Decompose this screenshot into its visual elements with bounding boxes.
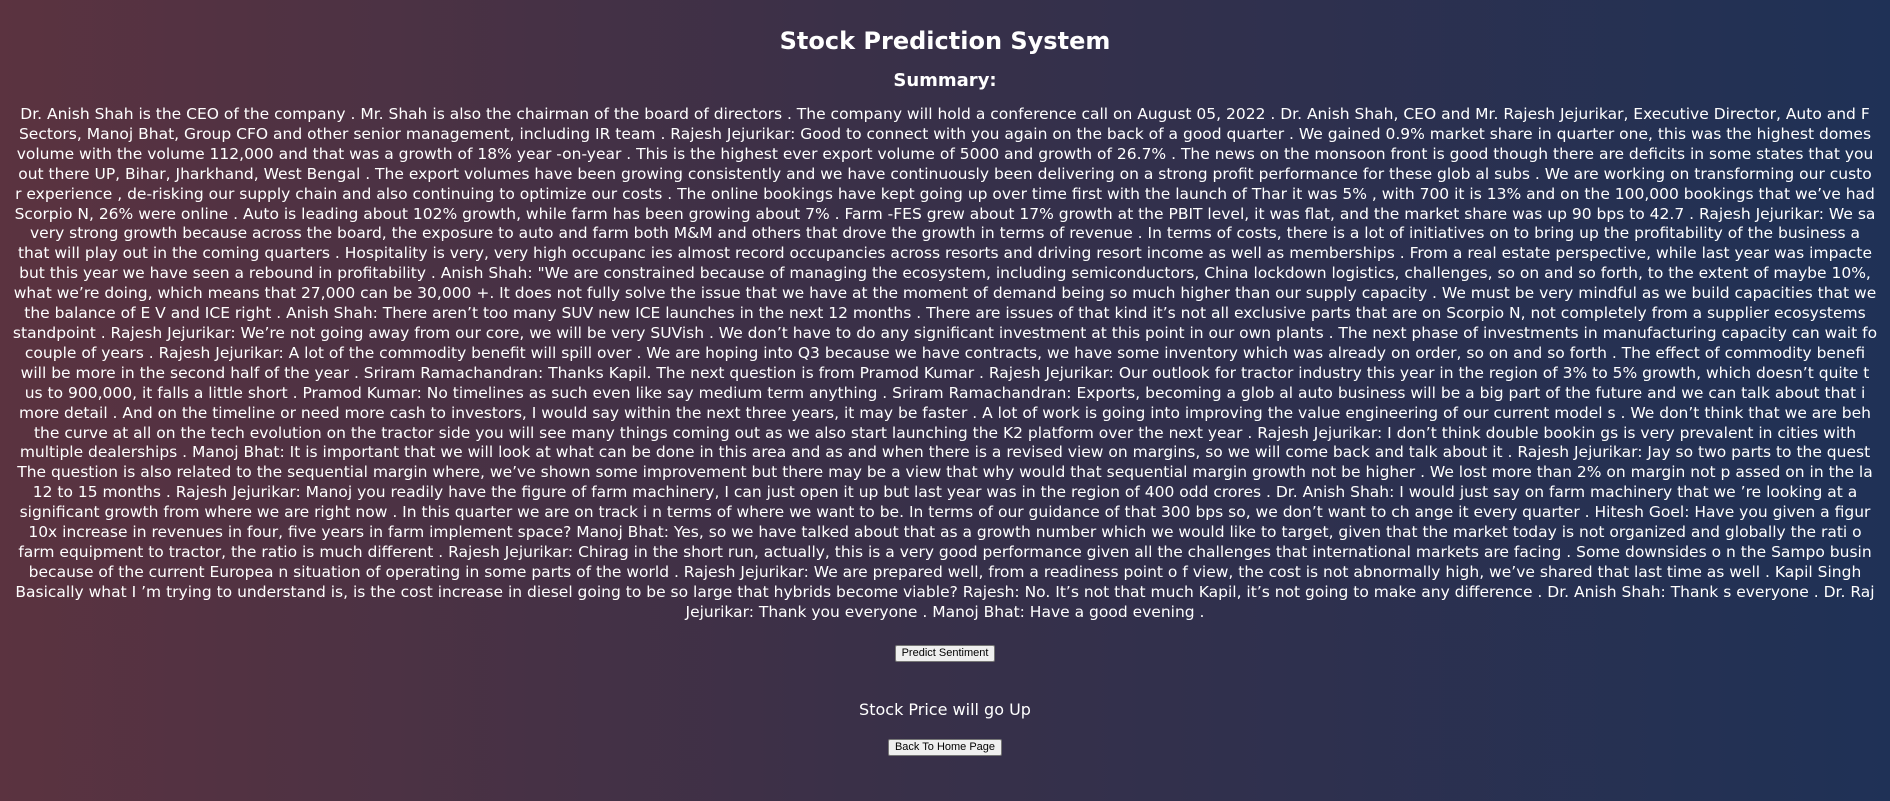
summary-line: will be more in the second half of the y… [20,363,1870,382]
summary-line: Dr. Anish Shah is the CEO of the company… [20,105,1870,123]
summary-line: Jejurikar: Thank you everyone . Manoj Bh… [685,602,1205,621]
stock-prediction-page: Stock Prediction System Summary: Dr. Ani… [0,0,1890,801]
summary-line: 10x increase in revenues in four, five y… [28,523,1862,542]
summary-line: us to 900,000, it falls a little short .… [24,383,1866,402]
summary-line: Basically what I ’m trying to understand… [15,582,1875,601]
summary-line: r experience , de-risking our supply cha… [15,184,1875,203]
summary-line: because of the current Europea n situati… [28,562,1862,581]
predict-sentiment-button[interactable]: Predict Sentiment [894,644,996,662]
summary-line: 12 to 15 months . Rajesh Jejurikar: Mano… [32,483,1858,502]
summary-line: more detail . And on the timeline or nee… [18,403,1871,422]
summary-line: but this year we have seen a rebound in … [19,264,1871,283]
summary-line: multiple dealerships . Manoj Bhat: It is… [19,443,1871,462]
summary-container: Dr. Anish Shah is the CEO of the company… [0,105,1890,623]
summary-line: that will play out in the coming quarter… [17,244,1873,263]
summary-line: out there UP, Bihar, Jharkhand, West Ben… [18,164,1872,183]
summary-heading: Summary: [893,70,997,91]
summary-text: Dr. Anish Shah is the CEO of the company… [0,105,1890,623]
summary-line: significant growth from where we are rig… [19,503,1871,522]
prediction-result: Stock Price will go Up [859,699,1031,719]
summary-line: Sectors, Manoj Bhat, Group CFO and other… [18,124,1872,143]
summary-line: volume with the volume 112,000 and that … [16,144,1874,163]
summary-line: the balance of E V and ICE right . Anish… [24,304,1866,323]
page-title: Stock Prediction System [779,27,1111,55]
summary-line: what we’re doing, which means that 27,00… [13,284,1877,303]
summary-line: farm equipment to tractor, the ratio is … [18,542,1872,561]
summary-line: The question is also related to the sequ… [17,463,1873,482]
summary-line: standpoint . Rajesh Jejurikar: We’re not… [12,323,1878,342]
summary-line: the curve at all on the tech evolution o… [33,423,1857,442]
back-to-home-button[interactable]: Back To Home Page [887,738,1003,756]
summary-line: very strong growth because across the bo… [30,224,1860,243]
summary-line: couple of years . Rajesh Jejurikar: A lo… [24,343,1866,362]
summary-line: Scorpio N, 26% were online . Auto is lea… [14,204,1876,223]
